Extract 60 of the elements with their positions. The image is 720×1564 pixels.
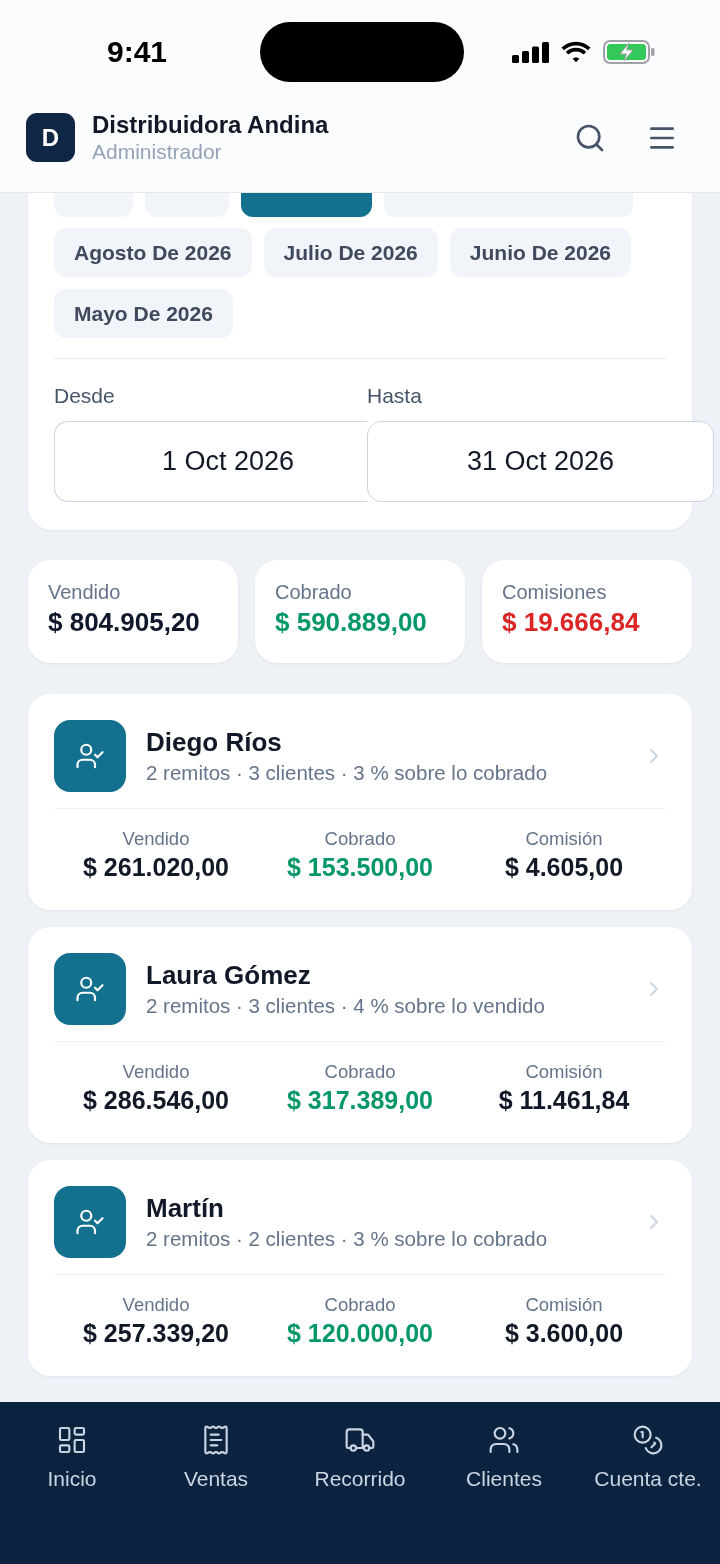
summary-value: $ 804.905,20	[48, 606, 201, 638]
metric-value: $ 4.605,00	[504, 852, 624, 883]
nav-tab[interactable]: Recorrido	[288, 1402, 432, 1502]
seller-details: 2 remitos · 3 clientes · 3 % sobre lo cobrado	[146, 760, 549, 786]
metric-label: Vendido	[122, 1060, 190, 1083]
metric-value: $ 286.546,00	[83, 1085, 229, 1116]
period-chip[interactable]: Mayo De 2026	[54, 289, 233, 338]
seller-card[interactable]: Diego Ríos 2 remitos · 3 clientes · 3 % sobre lo cobrado Vendido $ 261.020,00 Cobrado $ 153.500,00 Comisión $ 4.605,00	[28, 694, 692, 910]
summary-label: Vendido	[48, 580, 122, 604]
date-label: Hasta	[367, 383, 423, 408]
date-label: Desde	[54, 383, 116, 408]
logo-badge: D	[26, 113, 75, 162]
period-chip[interactable]: Julio De 2026	[263, 228, 438, 277]
period-chip[interactable]: Junio De 2026	[449, 228, 632, 277]
metric-value: $ 3.600,00	[504, 1318, 624, 1349]
battery-charging-icon	[603, 40, 655, 64]
metric-value: $ 317.389,00	[287, 1085, 433, 1116]
date-field[interactable]: 31 Oct 2026	[367, 421, 714, 502]
nav-tab[interactable]: Clientes	[432, 1402, 576, 1502]
signal-icon	[512, 41, 549, 63]
seller-card[interactable]: Martín 2 remitos · 2 clientes · 3 % sobre lo cobrado Vendido $ 257.339,20 Cobrado $ 120.000,00 Comisión $ 3.600,00	[28, 1160, 692, 1376]
metric-label: Vendido	[122, 1293, 190, 1316]
summary-value: $ 19.666,84	[502, 606, 641, 638]
metric-value: $ 11.461,84	[498, 1085, 630, 1116]
seller-name: Martín	[146, 1192, 225, 1224]
company-name: Distribuidora Andina	[92, 111, 329, 139]
summary-label: Cobrado	[275, 580, 353, 604]
date-field[interactable]: 1 Oct 2026	[54, 421, 367, 502]
seller-details: 2 remitos · 2 clientes · 3 % sobre lo cobrado	[146, 1226, 549, 1252]
period-chip[interactable]: Agosto De 2026	[54, 228, 252, 277]
metric-value: $ 261.020,00	[83, 852, 229, 883]
metric-label: Comisión	[525, 827, 603, 850]
metric-label: Cobrado	[324, 1293, 396, 1316]
metric-value: $ 153.500,00	[287, 852, 433, 883]
seller-details: 2 remitos · 3 clientes · 4 % sobre lo vendido	[146, 993, 546, 1019]
user-check-icon	[54, 953, 126, 1025]
summary-label: Comisiones	[502, 580, 608, 604]
metric-label: Comisión	[525, 1060, 603, 1083]
metric-value: $ 120.000,00	[287, 1318, 433, 1349]
users-icon	[488, 1424, 520, 1456]
seller-name: Diego Ríos	[146, 726, 283, 758]
seller-name: Laura Gómez	[146, 959, 312, 991]
coins-icon	[632, 1424, 664, 1456]
user-check-icon	[54, 1186, 126, 1258]
summary-value: $ 590.889,00	[275, 606, 428, 638]
metric-label: Cobrado	[324, 827, 396, 850]
seller-card[interactable]: Laura Gómez 2 remitos · 3 clientes · 4 % sobre lo vendido Vendido $ 286.546,00 Cobrado $ 317.389,00 Comisión $ 11.461,84	[28, 927, 692, 1143]
metric-label: Cobrado	[324, 1060, 396, 1083]
nav-tab[interactable]: Inicio	[0, 1402, 144, 1502]
metric-value: $ 257.339,20	[83, 1318, 229, 1349]
grid-icon	[56, 1424, 88, 1456]
user-check-icon	[54, 720, 126, 792]
nav-tab[interactable]: Cuenta cte.	[576, 1402, 720, 1502]
user-role: Administrador	[92, 139, 223, 164]
metric-label: Vendido	[122, 827, 190, 850]
period-chip[interactable]	[241, 193, 372, 217]
status-time: 9:41	[107, 37, 168, 67]
nav-tab[interactable]: Ventas	[144, 1402, 288, 1502]
wifi-icon	[560, 41, 592, 63]
metric-label: Comisión	[525, 1293, 603, 1316]
